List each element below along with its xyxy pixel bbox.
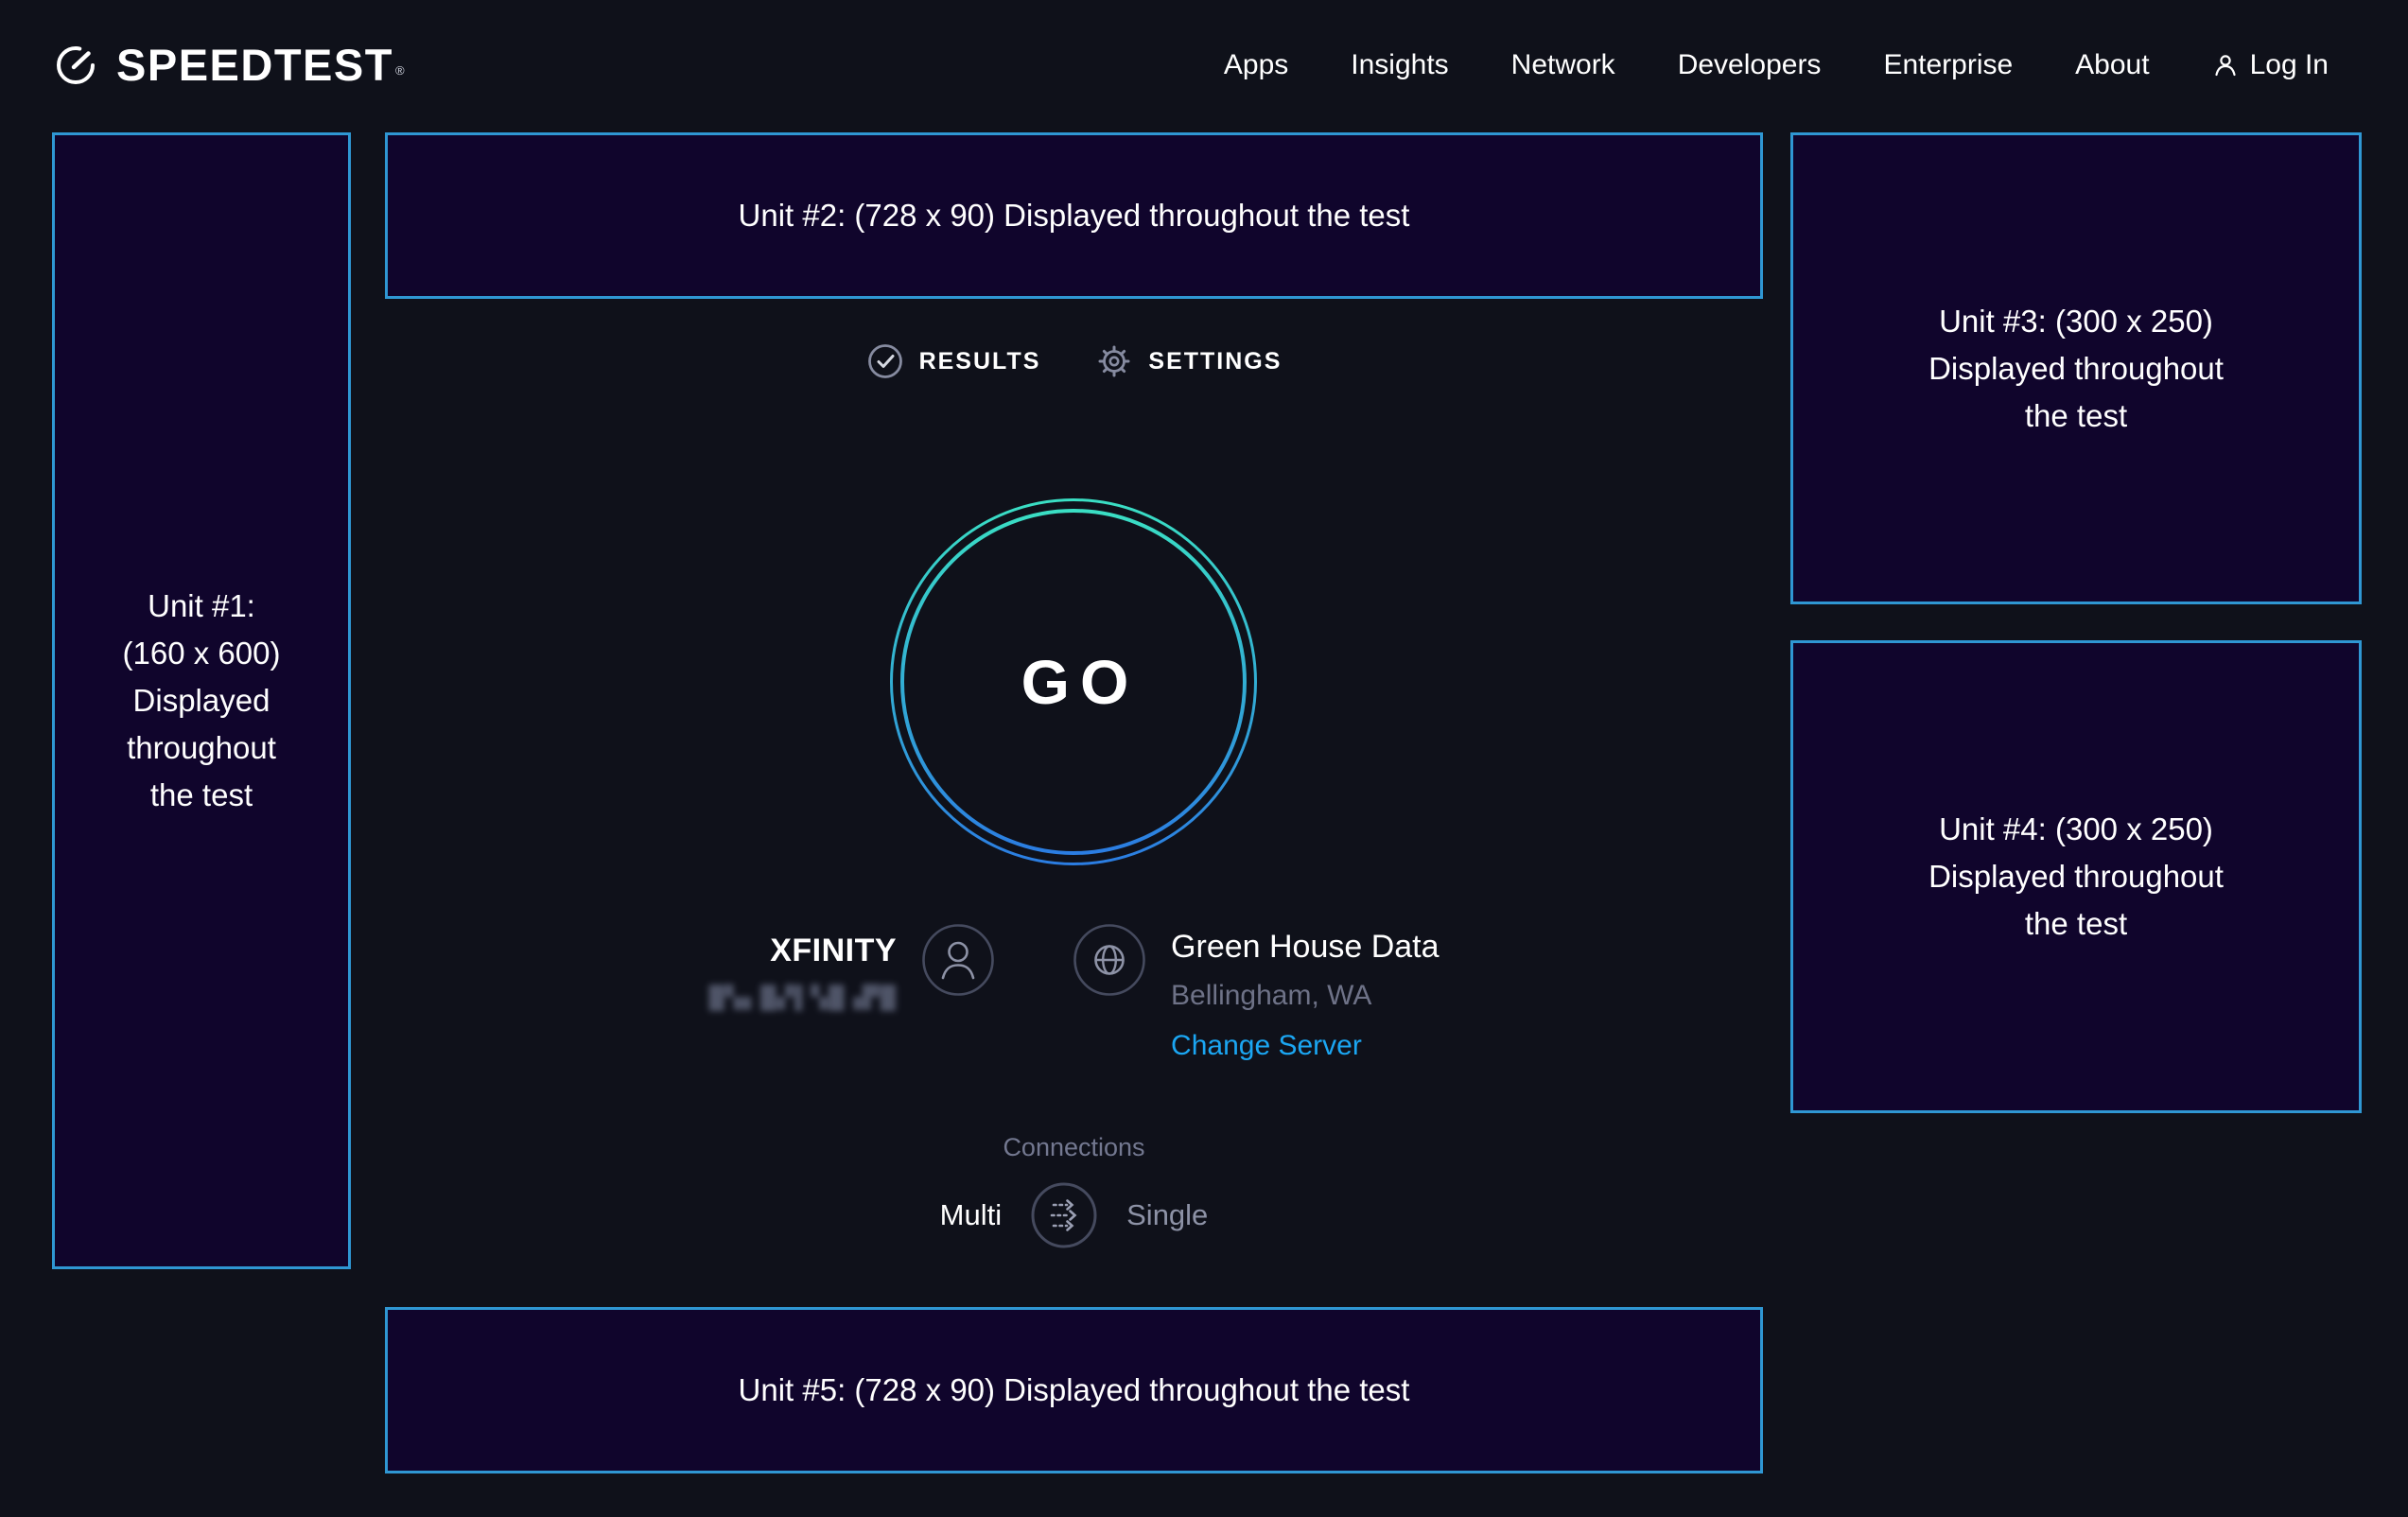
- main-nav: Apps Insights Network Developers Enterpr…: [1224, 49, 2329, 81]
- tab-results-label: RESULTS: [919, 348, 1041, 375]
- go-button[interactable]: GO: [889, 497, 1258, 866]
- ad-unit-1-skyscraper[interactable]: Unit #1: (160 x 600) Displayed throughou…: [52, 132, 351, 1269]
- ad-unit-2-leaderboard[interactable]: Unit #2: (728 x 90) Displayed throughout…: [385, 132, 1763, 299]
- nav-item-about[interactable]: About: [2075, 49, 2149, 81]
- ad-unit-1-text: Unit #1: (160 x 600) Displayed throughou…: [123, 583, 281, 819]
- user-circle-icon: [921, 923, 995, 997]
- tab-results[interactable]: RESULTS: [866, 342, 1041, 380]
- results-settings-tabs: RESULTS SETTINGS: [385, 342, 1763, 380]
- connections-label: Connections: [385, 1133, 1763, 1162]
- multi-connection-toggle-icon[interactable]: [1030, 1181, 1098, 1249]
- connections-section: Connections Multi Single: [385, 1133, 1763, 1249]
- isp-ip-redacted: █▚▖█▞▌▚█▗▛█: [708, 985, 897, 1010]
- go-button-label: GO: [889, 497, 1258, 866]
- trademark-symbol: ®: [395, 63, 405, 78]
- login-label: Log In: [2250, 49, 2329, 81]
- server-block: Green House Data Bellingham, WA Change S…: [1073, 923, 1440, 1062]
- nav-item-apps[interactable]: Apps: [1224, 49, 1288, 81]
- connections-single-option[interactable]: Single: [1126, 1198, 1208, 1232]
- nav-item-insights[interactable]: Insights: [1351, 49, 1448, 81]
- server-name: Green House Data: [1171, 929, 1440, 966]
- speedtest-page: SPEEDTEST® Apps Insights Network Develop…: [0, 0, 2408, 1517]
- person-icon: [2212, 52, 2239, 78]
- top-nav-bar: SPEEDTEST® Apps Insights Network Develop…: [0, 0, 2408, 130]
- ad-unit-3-rectangle[interactable]: Unit #3: (300 x 250) Displayed throughou…: [1790, 132, 2362, 604]
- connection-info-row: XFINITY █▚▖█▞▌▚█▗▛█ Green House Data Bel…: [385, 923, 1763, 1062]
- connections-multi-option[interactable]: Multi: [940, 1198, 1002, 1232]
- tab-settings[interactable]: SETTINGS: [1095, 342, 1282, 380]
- change-server-link[interactable]: Change Server: [1171, 1030, 1440, 1062]
- ad-unit-4-text: Unit #4: (300 x 250) Displayed throughou…: [1928, 806, 2224, 948]
- ad-unit-4-rectangle[interactable]: Unit #4: (300 x 250) Displayed throughou…: [1790, 640, 2362, 1113]
- tab-settings-label: SETTINGS: [1148, 348, 1282, 375]
- isp-block: XFINITY █▚▖█▞▌▚█▗▛█: [708, 923, 995, 1010]
- nav-item-network[interactable]: Network: [1511, 49, 1615, 81]
- ad-unit-2-text: Unit #2: (728 x 90) Displayed throughout…: [739, 192, 1410, 239]
- speedtest-logo[interactable]: SPEEDTEST®: [52, 39, 405, 91]
- ad-unit-5-text: Unit #5: (728 x 90) Displayed throughout…: [739, 1367, 1410, 1414]
- gear-icon: [1095, 342, 1133, 380]
- ad-unit-3-text: Unit #3: (300 x 250) Displayed throughou…: [1928, 298, 2224, 440]
- check-circle-icon: [866, 342, 904, 380]
- globe-icon: [1073, 923, 1146, 997]
- login-button[interactable]: Log In: [2212, 49, 2329, 81]
- ad-unit-5-leaderboard[interactable]: Unit #5: (728 x 90) Displayed throughout…: [385, 1307, 1763, 1473]
- isp-name: XFINITY: [708, 933, 897, 969]
- logo-wordmark: SPEEDTEST: [116, 40, 393, 90]
- nav-item-developers[interactable]: Developers: [1678, 49, 1822, 81]
- server-location: Bellingham, WA: [1171, 980, 1440, 1012]
- gauge-icon: [52, 42, 99, 89]
- nav-item-enterprise[interactable]: Enterprise: [1883, 49, 2013, 81]
